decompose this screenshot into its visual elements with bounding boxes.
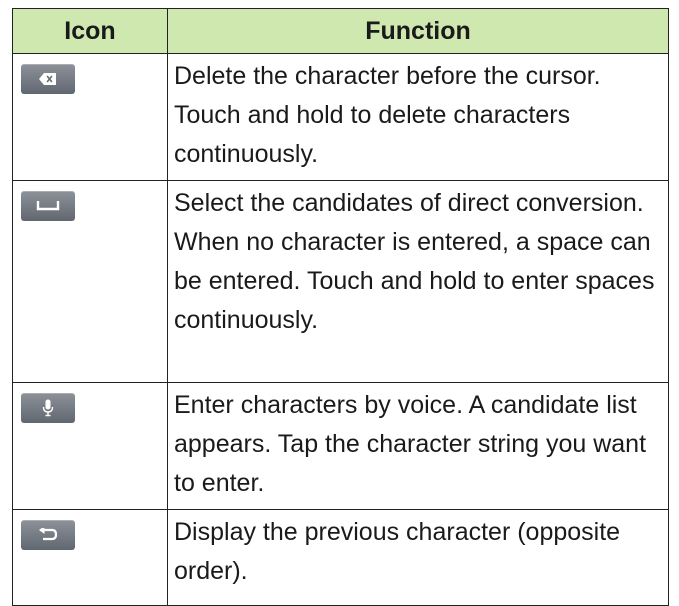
- table-row: Enter characters by voice. A candidate l…: [12, 382, 669, 510]
- icon-cell: [12, 382, 168, 510]
- table-row: Delete the character before the cursor. …: [12, 53, 669, 181]
- description-cell: Enter characters by voice. A candidate l…: [167, 382, 669, 510]
- icon-cell: [12, 180, 168, 383]
- table-header: Icon Function: [12, 8, 669, 54]
- icon-cell: [12, 53, 168, 181]
- header-function: Function: [167, 8, 669, 54]
- delete-icon: [21, 64, 75, 94]
- table-row: Select the candidates of direct conversi…: [12, 180, 669, 383]
- header-row: Icon Function: [12, 8, 669, 54]
- undo-icon: [21, 520, 75, 550]
- icon-cell: [12, 509, 168, 606]
- description-cell: Display the previous character (opposite…: [167, 509, 669, 606]
- header-icon: Icon: [12, 8, 168, 54]
- description-cell: Select the candidates of direct conversi…: [167, 180, 669, 383]
- microphone-icon: [21, 393, 75, 423]
- table-row: Display the previous character (opposite…: [12, 509, 669, 606]
- description-cell: Delete the character before the cursor. …: [167, 53, 669, 181]
- function-table: Icon Function Delete the character befor…: [12, 8, 669, 606]
- space-icon: [21, 191, 75, 221]
